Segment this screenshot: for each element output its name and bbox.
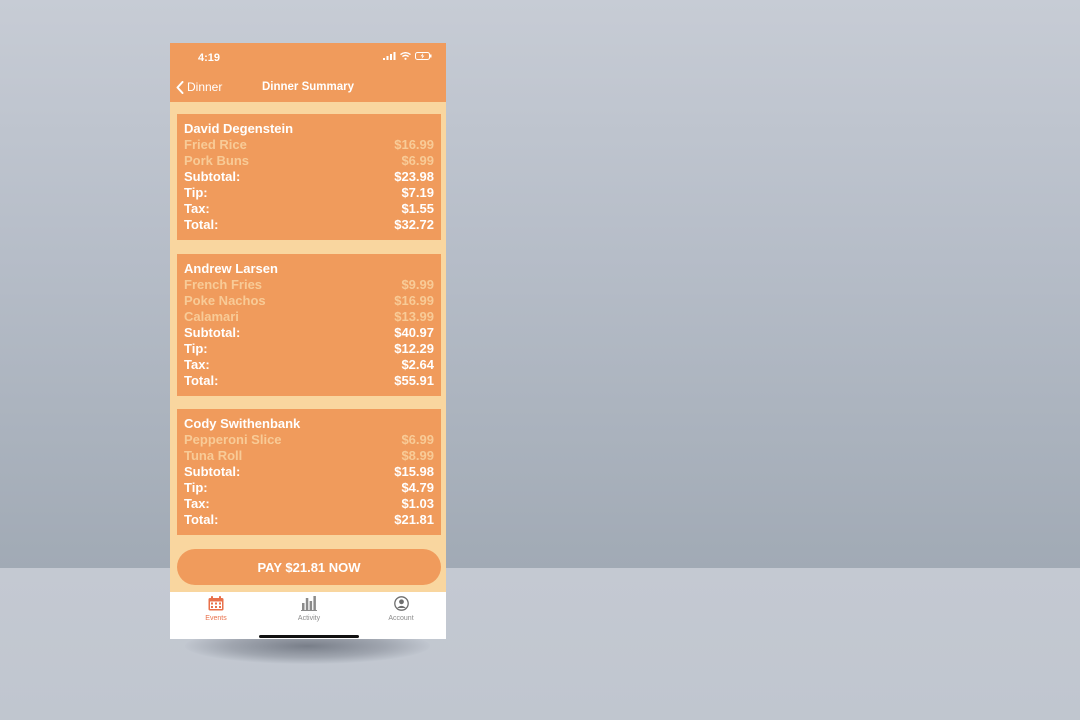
- item-price: $16.99: [394, 293, 434, 308]
- item-name: Calamari: [184, 309, 239, 324]
- person-card: David Degenstein Fried Rice $16.99 Pork …: [177, 114, 441, 240]
- order-item: Fried Rice $16.99: [184, 137, 434, 153]
- summary-label: Total:: [184, 217, 219, 232]
- tab-label: Account: [388, 615, 414, 622]
- calendar-icon: [208, 596, 224, 611]
- battery-charging-icon: [415, 52, 432, 60]
- order-item: Poke Nachos $16.99: [184, 293, 434, 309]
- summary-label: Tip:: [184, 480, 208, 495]
- summary-value: $23.98: [394, 169, 434, 184]
- person-name: David Degenstein: [184, 121, 294, 136]
- summary-label: Tip:: [184, 185, 208, 200]
- tab-activity[interactable]: Activity: [269, 596, 349, 622]
- tab-account[interactable]: Account: [361, 596, 441, 622]
- status-time: 4:19: [198, 52, 221, 64]
- item-price: $6.99: [401, 153, 434, 168]
- tax-row: Tax: $2.64: [184, 357, 434, 373]
- phone-screen: 4:19 Dinner Dinner Summary David Degenst…: [170, 43, 446, 639]
- tax-row: Tax: $1.03: [184, 496, 434, 512]
- summary-label: Subtotal:: [184, 464, 241, 479]
- summary-label: Tax:: [184, 201, 210, 216]
- item-name: French Fries: [184, 277, 263, 292]
- order-item: Calamari $13.99: [184, 309, 434, 325]
- order-item: Tuna Roll $8.99: [184, 448, 434, 464]
- home-indicator: [259, 635, 359, 638]
- item-price: $6.99: [401, 432, 434, 447]
- summary-value: $4.79: [401, 480, 434, 495]
- total-row: Total: $32.72: [184, 217, 434, 233]
- signal-icon: [383, 52, 396, 60]
- tip-row: Tip: $7.19: [184, 185, 434, 201]
- bar-chart-icon: [301, 596, 317, 611]
- summary-label: Subtotal:: [184, 169, 241, 184]
- tab-bar: Events Activity Account: [170, 592, 446, 639]
- backdrop-wall: [0, 0, 1080, 568]
- item-price: $13.99: [394, 309, 434, 324]
- wifi-icon: [400, 52, 411, 60]
- person-name: Andrew Larsen: [184, 261, 278, 276]
- tip-row: Tip: $4.79: [184, 480, 434, 496]
- summary-value: $40.97: [394, 325, 434, 340]
- page-title: Dinner Summary: [261, 81, 355, 93]
- item-name: Tuna Roll: [184, 448, 243, 463]
- summary-label: Total:: [184, 373, 219, 388]
- backdrop-floor: [0, 568, 1080, 720]
- tab-label: Activity: [297, 615, 321, 622]
- tax-row: Tax: $1.55: [184, 201, 434, 217]
- tab-label: Events: [205, 615, 227, 622]
- item-name: Pork Buns: [184, 153, 250, 168]
- item-name: Pepperoni Slice: [184, 432, 282, 447]
- tab-events[interactable]: Events: [176, 596, 256, 622]
- item-price: $16.99: [394, 137, 434, 152]
- summary-value: $21.81: [394, 512, 434, 527]
- summary-label: Tax:: [184, 496, 210, 511]
- summary-value: $12.29: [394, 341, 434, 356]
- order-item: Pork Buns $6.99: [184, 153, 434, 169]
- tip-row: Tip: $12.29: [184, 341, 434, 357]
- item-name: Poke Nachos: [184, 293, 266, 308]
- summary-label: Tip:: [184, 341, 208, 356]
- summary-value: $1.03: [401, 496, 434, 511]
- order-item: Pepperoni Slice $6.99: [184, 432, 434, 448]
- subtotal-row: Subtotal: $23.98: [184, 169, 434, 185]
- subtotal-row: Subtotal: $40.97: [184, 325, 434, 341]
- summary-label: Total:: [184, 512, 219, 527]
- pay-now-button[interactable]: PAY $21.81 NOW: [177, 549, 441, 585]
- header-bar: 4:19 Dinner Dinner Summary: [170, 43, 446, 102]
- summary-value: $32.72: [394, 217, 434, 232]
- status-icons: [383, 52, 432, 60]
- item-price: $8.99: [401, 448, 434, 463]
- person-name: Cody Swithenbank: [184, 416, 301, 431]
- order-item: French Fries $9.99: [184, 277, 434, 293]
- person-card: Andrew Larsen French Fries $9.99 Poke Na…: [177, 254, 441, 396]
- summary-value: $7.19: [401, 185, 434, 200]
- subtotal-row: Subtotal: $15.98: [184, 464, 434, 480]
- summary-label: Tax:: [184, 357, 210, 372]
- total-row: Total: $21.81: [184, 512, 434, 528]
- item-price: $9.99: [401, 277, 434, 292]
- account-icon: [393, 596, 409, 611]
- total-row: Total: $55.91: [184, 373, 434, 389]
- summary-value: $55.91: [394, 373, 434, 388]
- summary-value: $1.55: [401, 201, 434, 216]
- summary-value: $15.98: [394, 464, 434, 479]
- item-name: Fried Rice: [184, 137, 247, 152]
- person-card: Cody Swithenbank Pepperoni Slice $6.99 T…: [177, 409, 441, 535]
- summary-value: $2.64: [401, 357, 434, 372]
- summary-label: Subtotal:: [184, 325, 241, 340]
